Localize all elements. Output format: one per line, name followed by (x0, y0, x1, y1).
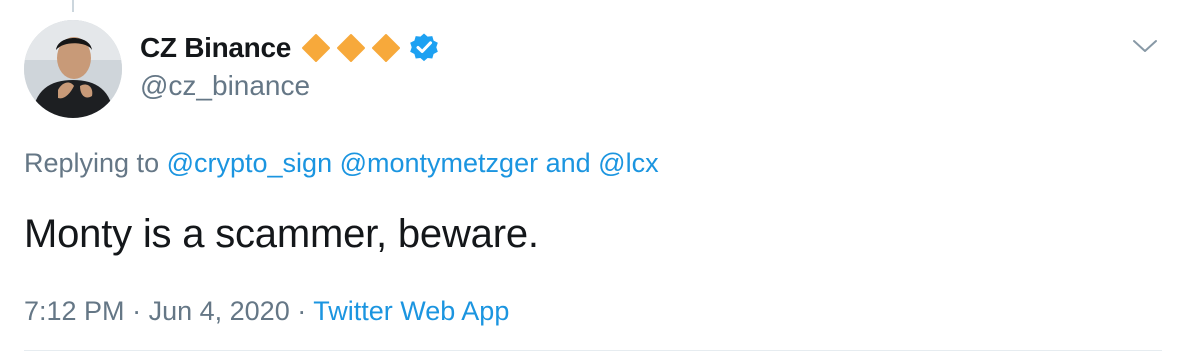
replying-to-line: Replying to @crypto_sign @montymetzger a… (24, 148, 659, 179)
avatar[interactable] (24, 20, 122, 118)
meta-separator: · (297, 296, 307, 326)
mention-link[interactable]: @lcx (598, 148, 658, 178)
author-display-name[interactable]: CZ Binance (140, 32, 291, 64)
tweet-source-link[interactable]: Twitter Web App (313, 296, 509, 326)
meta-separator: · (132, 296, 142, 326)
thread-connector-line (72, 0, 74, 12)
orange-diamond-icon (372, 34, 401, 62)
author-badges (299, 31, 441, 65)
author-handle[interactable]: @cz_binance (140, 70, 441, 102)
chevron-down-icon[interactable] (1130, 36, 1160, 56)
verified-badge-icon (410, 33, 438, 62)
mention-link[interactable]: @montymetzger (340, 148, 538, 178)
orange-diamond-icon (337, 34, 366, 62)
tweet-date[interactable]: Jun 4, 2020 (149, 296, 290, 326)
author-name-row: CZ Binance (140, 28, 441, 68)
tweet-metadata: 7:12 PM · Jun 4, 2020 · Twitter Web App (24, 296, 509, 327)
divider (24, 350, 1162, 351)
orange-diamond-icon (302, 34, 331, 62)
mention-link[interactable]: @crypto_sign (167, 148, 332, 178)
replying-to-label: Replying to (24, 148, 160, 178)
avatar-image (24, 20, 122, 118)
tweet-author: CZ Binance @cz_binance (140, 28, 441, 102)
tweet-time[interactable]: 7:12 PM (24, 296, 125, 326)
tweet-text: Monty is a scammer, beware. (24, 212, 539, 256)
mention-connector[interactable]: and (546, 148, 591, 178)
